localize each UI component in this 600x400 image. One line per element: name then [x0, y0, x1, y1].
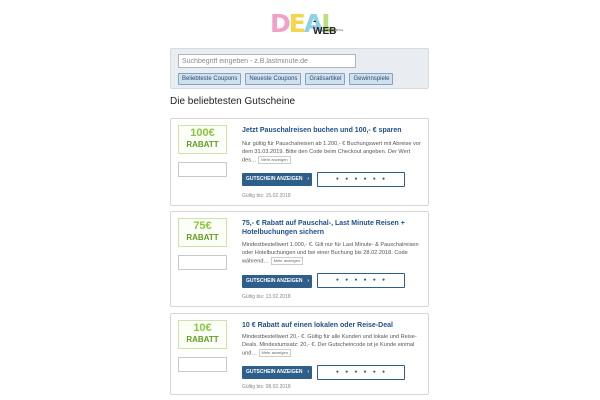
filter-free-items[interactable]: Gratisartikel [305, 73, 346, 85]
page-title: Die beliebtesten Gutscheine [170, 96, 296, 107]
deal-description: Mindestbestellwert 20,- €. Gültig für al… [242, 333, 424, 357]
show-coupon-button[interactable]: GUTSCHEIN ANZEIGEN › [242, 366, 312, 379]
logo-tagline: GUTSCHEINPORTAL [314, 28, 344, 32]
deal-title[interactable]: 75,- € Rabatt auf Pauschal-, Last Minute… [242, 219, 424, 237]
valid-until: Gültig bis: 08.02.2018 [242, 384, 291, 390]
discount-amount: 100€ [190, 127, 215, 139]
discount-amount: 10€ [193, 322, 212, 334]
arrow-right-icon: › [307, 176, 309, 182]
show-more-link[interactable]: Mehr anzeigen [270, 257, 304, 265]
show-more-link[interactable]: Mehr anzeigen [258, 156, 291, 164]
filter-tabs: Beliebteste Coupons Neueste Coupons Grat… [178, 73, 394, 85]
discount-label: RABATT [186, 335, 219, 344]
discount-label: RABATT [186, 233, 219, 242]
filter-newest-coupons[interactable]: Neueste Coupons [245, 73, 302, 85]
deal-description-text: Mindestbestellwert 1.000,- €. Gilt nur f… [242, 242, 419, 265]
deal-card: 75€ RABATT 75,- € Rabatt auf Pauschal-, … [170, 211, 429, 307]
valid-until: Gültig bis: 13.02.2018 [242, 294, 291, 300]
discount-label: RABATT [186, 140, 219, 149]
discount-badge: 10€ RABATT [178, 320, 227, 349]
site-logo[interactable]: DEAL -WEB GUTSCHEINPORTAL [270, 10, 343, 38]
discount-amount: 75€ [193, 220, 212, 232]
discount-badge: 100€ RABATT [178, 125, 227, 154]
show-more-link[interactable]: Mehr anzeigen [258, 349, 291, 357]
deal-title[interactable]: Jetzt Pauschalreisen buchen und 100,- € … [242, 126, 424, 135]
discount-badge: 75€ RABATT [178, 218, 227, 247]
merchant-logo [178, 357, 227, 372]
show-coupon-label: GUTSCHEIN ANZEIGEN [246, 176, 303, 182]
search-panel: Beliebteste Coupons Neueste Coupons Grat… [170, 48, 429, 89]
coupon-code-field[interactable]: • • • • • • [317, 273, 405, 288]
deal-card: 10€ RABATT 10 € Rabatt auf einen lokalen… [170, 313, 429, 395]
show-coupon-label: GUTSCHEIN ANZEIGEN [246, 369, 303, 375]
logo-suffix: -WEB [313, 16, 337, 37]
filter-popular-coupons[interactable]: Beliebteste Coupons [178, 73, 242, 85]
arrow-right-icon: › [307, 369, 309, 375]
arrow-right-icon: › [307, 278, 309, 284]
search-input[interactable] [178, 54, 356, 68]
merchant-logo [178, 255, 227, 270]
filter-sweepstakes[interactable]: Gewinnspiele [349, 73, 394, 85]
deal-description: Nur gültig für Pauschalreisen ab 1.200,-… [242, 140, 424, 164]
deal-title[interactable]: 10 € Rabatt auf einen lokalen oder Reise… [242, 321, 424, 330]
show-coupon-button[interactable]: GUTSCHEIN ANZEIGEN › [242, 173, 312, 186]
valid-until: Gültig bis: 15.02.2018 [242, 193, 291, 199]
deal-description: Mindestbestellwert 1.000,- €. Gilt nur f… [242, 241, 424, 265]
show-coupon-button[interactable]: GUTSCHEIN ANZEIGEN › [242, 275, 312, 288]
merchant-logo [178, 162, 227, 177]
coupon-code-field[interactable]: • • • • • • [317, 365, 405, 380]
show-coupon-label: GUTSCHEIN ANZEIGEN [246, 278, 303, 284]
deal-card: 100€ RABATT Jetzt Pauschalreisen buchen … [170, 118, 429, 206]
coupon-code-field[interactable]: • • • • • • [317, 172, 405, 187]
